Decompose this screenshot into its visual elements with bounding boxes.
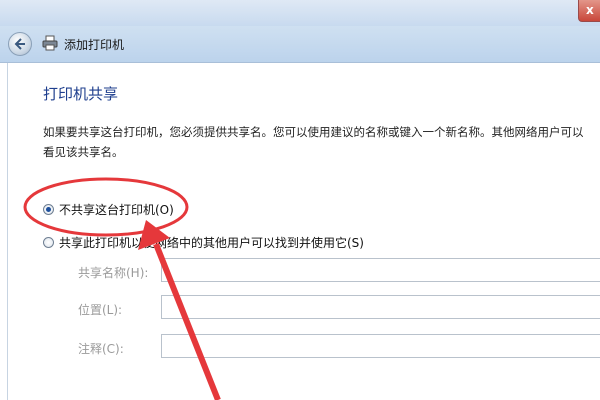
- comment-field[interactable]: [161, 334, 600, 358]
- share-label: 共享此打印机以便网络中的其他用户可以找到并使用它(S): [59, 236, 364, 250]
- no-share-option[interactable]: 不共享这台打印机(O): [43, 201, 174, 218]
- window-title: 添加打印机: [64, 38, 125, 52]
- printer-icon: [42, 35, 58, 51]
- location-label: 位置(L):: [78, 303, 123, 317]
- navigation-bar: 添加打印机: [0, 26, 600, 63]
- location-field[interactable]: [161, 295, 600, 319]
- title-bar: x: [0, 0, 600, 26]
- back-button[interactable]: [8, 32, 32, 56]
- close-button[interactable]: x: [578, 0, 600, 22]
- page-heading: 打印机共享: [43, 85, 119, 103]
- share-name-label: 共享名称(H):: [78, 266, 149, 280]
- comment-label: 注释(C):: [78, 342, 124, 356]
- radio-button-unchecked[interactable]: [43, 237, 54, 248]
- no-share-label: 不共享这台打印机(O): [59, 203, 174, 217]
- page-description: 如果要共享这台打印机，您必须提供共享名。您可以使用建议的名称或键入一个新名称。其…: [43, 125, 584, 159]
- share-name-field[interactable]: [161, 258, 600, 282]
- radio-button-checked[interactable]: [43, 204, 54, 215]
- share-option[interactable]: 共享此打印机以便网络中的其他用户可以找到并使用它(S): [43, 234, 364, 251]
- close-icon: x: [586, 3, 594, 17]
- wizard-content: 打印机共享 如果要共享这台打印机，您必须提供共享名。您可以使用建议的名称或键入一…: [7, 63, 600, 400]
- back-arrow-icon: [14, 38, 25, 50]
